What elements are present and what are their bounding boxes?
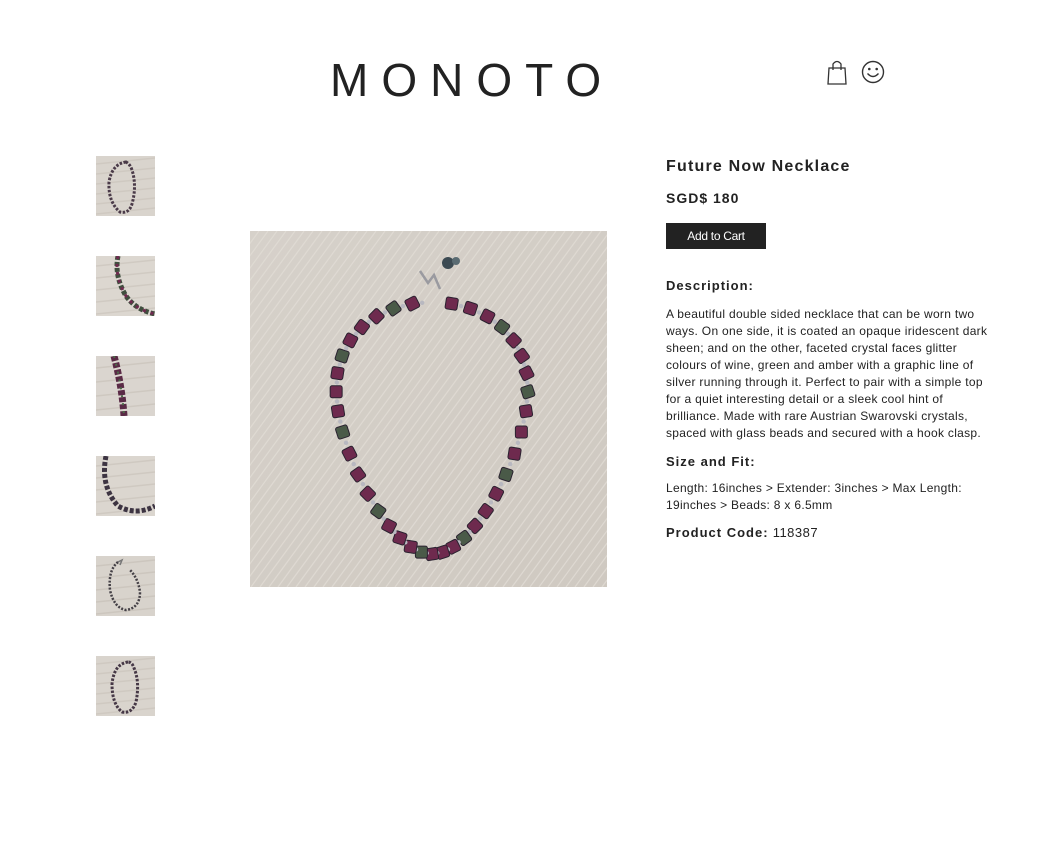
size-fit-label: Size and Fit:: [666, 454, 756, 469]
thumbnail-3[interactable]: [96, 356, 155, 416]
account-smiley-icon[interactable]: [860, 58, 886, 86]
brand-logo[interactable]: MONOTO: [330, 54, 614, 106]
size-fit-text: Length: 16inches > Extender: 3inches > M…: [666, 481, 962, 512]
description-text: A beautiful double sided necklace that c…: [666, 307, 988, 440]
shopping-bag-icon[interactable]: [824, 58, 850, 86]
add-to-cart-button[interactable]: Add to Cart: [666, 223, 766, 249]
thumbnail-6[interactable]: [96, 656, 155, 716]
product-page: MONOTO Future Now Necklace SGD$ 180 Add …: [0, 0, 1053, 841]
product-price: SGD$ 180: [666, 190, 740, 206]
product-code: Product Code: 118387: [666, 524, 996, 541]
description-label: Description:: [666, 278, 754, 293]
thumbnail-4[interactable]: [96, 456, 155, 516]
header-icons: [824, 58, 886, 86]
thumbnail-5[interactable]: [96, 556, 155, 616]
product-info: Future Now Necklace SGD$ 180 Add to Cart…: [666, 157, 996, 541]
thumbnail-2[interactable]: [96, 256, 155, 316]
thumbnail-gallery: [96, 156, 156, 756]
thumbnail-1[interactable]: [96, 156, 155, 216]
main-product-image[interactable]: [250, 231, 607, 587]
product-code-value: 118387: [772, 525, 819, 540]
product-title: Future Now Necklace: [666, 158, 851, 175]
product-code-label: Product Code:: [666, 525, 769, 540]
